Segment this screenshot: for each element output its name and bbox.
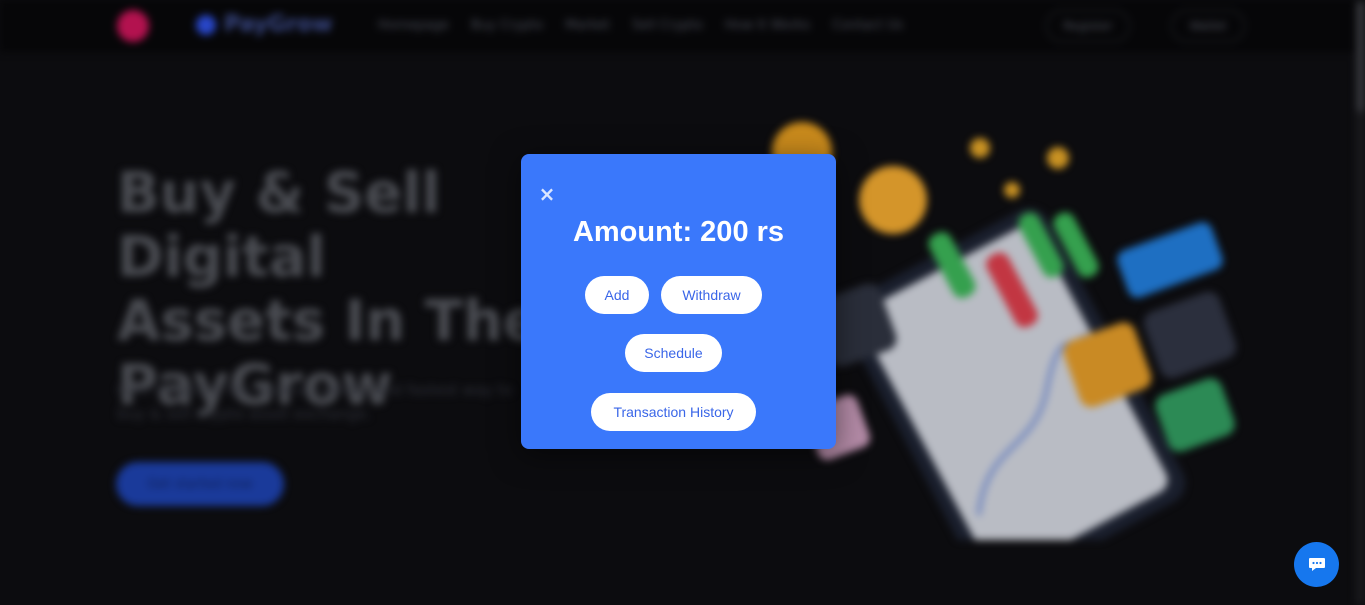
nav-item-buy-crypto[interactable]: Buy Crypto: [471, 18, 543, 33]
amount-heading: Amount: 200 rs: [572, 216, 785, 248]
scrollbar-thumb[interactable]: [1357, 2, 1364, 112]
top-navigation-bar: PayGrow Homepage Buy Crypto Market Sell …: [0, 0, 1356, 52]
nav-item-how-it-works[interactable]: How It Works: [725, 18, 810, 33]
transaction-history-button[interactable]: Transaction History: [591, 393, 756, 431]
chat-button[interactable]: [1294, 542, 1339, 587]
site-logo-icon[interactable]: [117, 10, 149, 42]
page: PayGrow Homepage Buy Crypto Market Sell …: [0, 0, 1365, 605]
get-started-button[interactable]: Get started now: [116, 462, 284, 506]
nav-item-contact-us[interactable]: Contact Us: [832, 18, 903, 33]
register-button[interactable]: Register: [1046, 10, 1130, 42]
chat-icon: [1308, 557, 1325, 571]
brand-name: PayGrow: [224, 12, 333, 37]
close-icon[interactable]: ×: [538, 184, 556, 204]
nav-item-homepage[interactable]: Homepage: [378, 18, 449, 33]
add-button[interactable]: Add: [585, 276, 649, 314]
wallet-modal: × Amount: 200 rs Add Withdraw Schedule T…: [521, 154, 836, 449]
brand-mark-icon: [196, 14, 216, 35]
hero-subtitle: Coin Crypto is the easiest, safest, and …: [117, 381, 513, 423]
nav-item-market[interactable]: Market: [565, 18, 610, 33]
nav-item-sell-crypto[interactable]: Sell Crypto: [632, 18, 703, 33]
scrollbar-track[interactable]: [1356, 0, 1365, 605]
brand-logo[interactable]: PayGrow: [196, 12, 332, 37]
crypto-illustration: [772, 122, 1237, 540]
wallet-button[interactable]: Wallet: [1171, 10, 1245, 42]
main-nav: Homepage Buy Crypto Market Sell Crypto H…: [378, 18, 903, 33]
schedule-button[interactable]: Schedule: [625, 334, 722, 372]
withdraw-button[interactable]: Withdraw: [661, 276, 762, 314]
